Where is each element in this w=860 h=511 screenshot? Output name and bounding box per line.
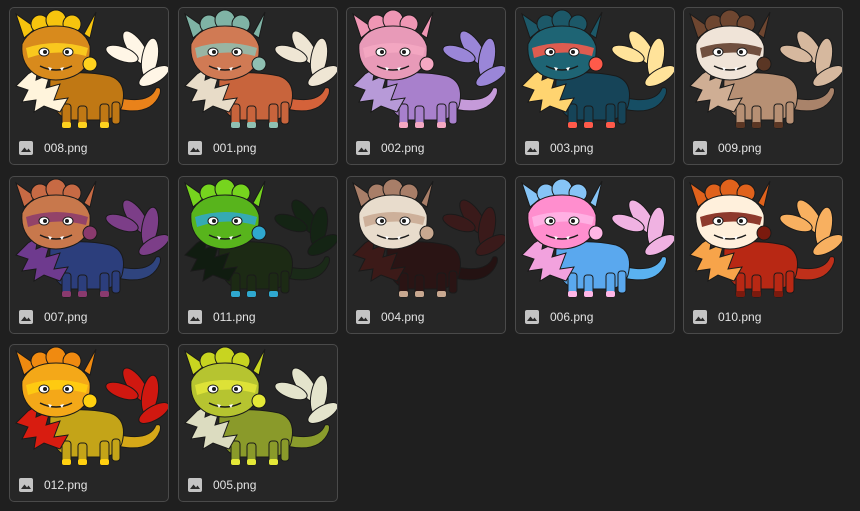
file-name: 004.png xyxy=(381,310,425,324)
image-icon xyxy=(355,309,371,325)
dragon-thumbnail xyxy=(347,177,505,303)
image-icon xyxy=(187,477,203,493)
file-footer: 004.png xyxy=(347,301,505,333)
dragon-thumbnail xyxy=(347,8,505,134)
image-icon xyxy=(187,309,203,325)
image-icon xyxy=(524,140,540,156)
file-name: 011.png xyxy=(213,310,256,324)
file-name: 012.png xyxy=(44,478,88,492)
file-footer: 001.png xyxy=(179,132,337,164)
file-name: 001.png xyxy=(213,141,257,155)
image-icon xyxy=(524,309,540,325)
file-grid: 008.png 001.png 002.png 003.png 009.png xyxy=(0,0,860,511)
image-icon xyxy=(18,309,34,325)
file-footer: 010.png xyxy=(684,301,842,333)
file-footer: 007.png xyxy=(10,301,168,333)
dragon-thumbnail xyxy=(684,8,842,134)
file-tile-002[interactable]: 002.png xyxy=(346,7,506,165)
file-name: 003.png xyxy=(550,141,594,155)
file-tile-004[interactable]: 004.png xyxy=(346,176,506,334)
dragon-thumbnail xyxy=(179,8,337,134)
file-tile-006[interactable]: 006.png xyxy=(515,176,675,334)
file-name: 002.png xyxy=(381,141,425,155)
file-footer: 008.png xyxy=(10,132,168,164)
dragon-thumbnail xyxy=(516,177,674,303)
image-icon xyxy=(692,309,708,325)
file-footer: 002.png xyxy=(347,132,505,164)
file-tile-012[interactable]: 012.png xyxy=(9,344,169,502)
file-footer: 003.png xyxy=(516,132,674,164)
file-tile-009[interactable]: 009.png xyxy=(683,7,843,165)
file-footer: 005.png xyxy=(179,469,337,501)
file-tile-011[interactable]: 011.png xyxy=(178,176,338,334)
dragon-thumbnail xyxy=(10,8,168,134)
file-name: 006.png xyxy=(550,310,594,324)
file-name: 010.png xyxy=(718,310,762,324)
file-name: 008.png xyxy=(44,141,88,155)
dragon-thumbnail xyxy=(179,177,337,303)
dragon-thumbnail xyxy=(179,345,337,471)
dragon-thumbnail xyxy=(516,8,674,134)
file-tile-003[interactable]: 003.png xyxy=(515,7,675,165)
file-footer: 011.png xyxy=(179,301,337,333)
file-footer: 009.png xyxy=(684,132,842,164)
file-name: 007.png xyxy=(44,310,88,324)
file-tile-010[interactable]: 010.png xyxy=(683,176,843,334)
dragon-thumbnail xyxy=(684,177,842,303)
file-footer: 012.png xyxy=(10,469,168,501)
file-footer: 006.png xyxy=(516,301,674,333)
file-tile-001[interactable]: 001.png xyxy=(178,7,338,165)
file-name: 009.png xyxy=(718,141,762,155)
image-icon xyxy=(355,140,371,156)
file-name: 005.png xyxy=(213,478,257,492)
dragon-thumbnail xyxy=(10,345,168,471)
file-tile-005[interactable]: 005.png xyxy=(178,344,338,502)
image-icon xyxy=(18,140,34,156)
file-tile-007[interactable]: 007.png xyxy=(9,176,169,334)
file-tile-008[interactable]: 008.png xyxy=(9,7,169,165)
image-icon xyxy=(187,140,203,156)
dragon-thumbnail xyxy=(10,177,168,303)
image-icon xyxy=(692,140,708,156)
image-icon xyxy=(18,477,34,493)
